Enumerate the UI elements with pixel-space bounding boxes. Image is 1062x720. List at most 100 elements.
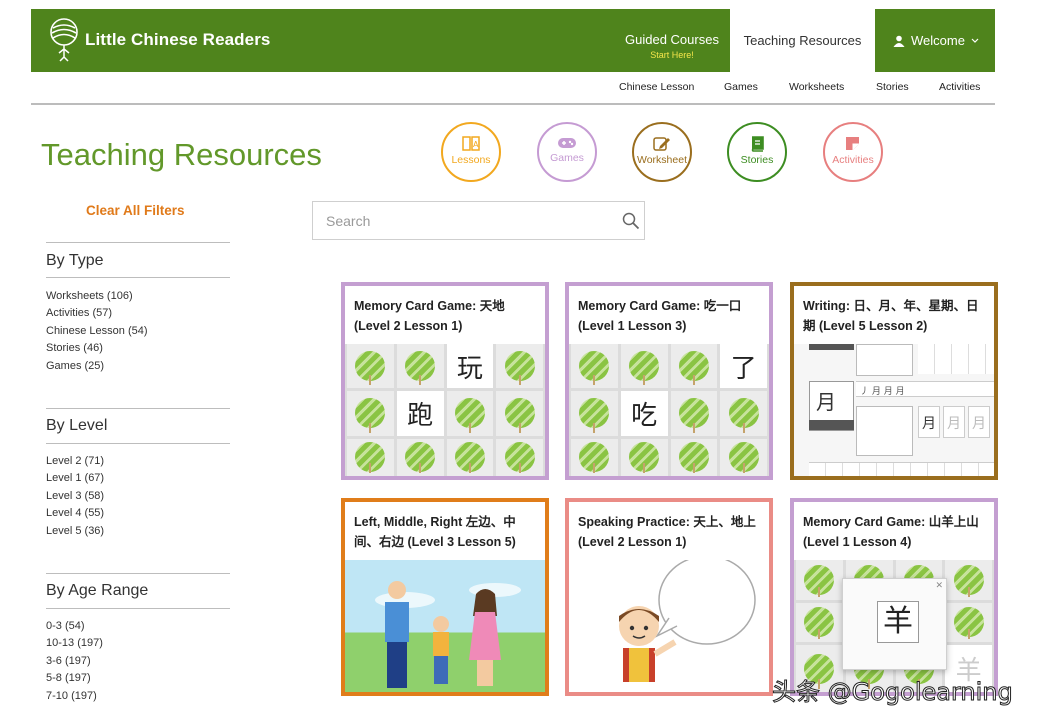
char-card: 月 (918, 406, 940, 438)
tree-card-icon (953, 607, 984, 638)
stories-book-icon (751, 136, 764, 152)
subnav-activities[interactable]: Activities (939, 81, 980, 93)
filter-divider (46, 277, 230, 278)
filter-option-worksheets[interactable]: Worksheets (106) (46, 288, 148, 305)
chevron-down-icon (971, 38, 979, 43)
tree-card-icon (728, 442, 759, 473)
memory-card-preview: 玩 跑 (345, 344, 545, 476)
category-games-label: Games (550, 152, 584, 164)
resource-card[interactable]: Memory Card Game: 山羊上山 (Level 1 Lesson 4… (790, 498, 998, 696)
tree-card-icon (953, 564, 984, 595)
close-icon[interactable]: ✕ (935, 580, 943, 591)
family-illustration-icon (375, 581, 521, 688)
nav-welcome-menu[interactable]: Welcome (877, 9, 995, 72)
resource-card[interactable]: Memory Card Game: 吃一口 (Level 1 Lesson 3)… (565, 282, 773, 480)
nav-guided-sublabel: Start Here! (650, 50, 694, 60)
filter-option-stories[interactable]: Stories (46) (46, 340, 148, 357)
filter-option-level-3[interactable]: Level 3 (58) (46, 488, 104, 505)
tree-card-icon (405, 442, 436, 473)
filter-group-title-level: By Level (46, 417, 108, 434)
tree-card-icon (504, 398, 535, 429)
search-icon[interactable] (622, 212, 640, 230)
tree-card-icon (629, 442, 660, 473)
char-card: 玩 (446, 344, 494, 389)
tree-card-icon (454, 442, 485, 473)
filter-option-games[interactable]: Games (25) (46, 358, 148, 375)
filter-option-level-2[interactable]: Level 2 (71) (46, 453, 104, 470)
filter-divider (46, 408, 230, 409)
filter-group-title-age: By Age Range (46, 582, 149, 599)
tree-card-icon (678, 351, 709, 382)
resource-card-title: Memory Card Game: 山羊上山 (Level 1 Lesson 4… (803, 515, 979, 549)
subnav-stories[interactable]: Stories (876, 81, 909, 93)
brand-logo-link[interactable]: Little Chinese Readers (49, 17, 270, 63)
page: Little Chinese Readers Guided Courses St… (0, 0, 1062, 720)
puzzle-icon (846, 137, 859, 150)
filter-option-level-5[interactable]: Level 5 (36) (46, 523, 104, 540)
tree-card-icon (678, 398, 709, 429)
char-card: 月 (968, 406, 990, 438)
svg-text:A: A (473, 140, 479, 149)
search-box (312, 201, 645, 240)
nav-guided-courses[interactable]: Guided Courses Start Here! (616, 9, 728, 72)
filter-divider (46, 608, 230, 609)
filter-option-activities[interactable]: Activities (57) (46, 305, 148, 322)
filter-option-age-3-6[interactable]: 3-6 (197) (46, 653, 103, 670)
category-activities-button[interactable]: Activities (823, 122, 883, 182)
filter-list-age: 0-3 (54) 10-13 (197) 3-6 (197) 5-8 (197)… (46, 618, 103, 705)
pencil-edit-icon (653, 137, 670, 151)
resource-card[interactable]: Speaking Practice: 天上、地上 (Level 2 Lesson… (565, 498, 773, 696)
watermark-text: 头条 @Gogolearning (772, 678, 1014, 707)
gamepad-icon (558, 138, 576, 148)
filter-option-level-4[interactable]: Level 4 (55) (46, 505, 104, 522)
char-card: 跑 (396, 391, 444, 436)
top-nav-bar: Little Chinese Readers Guided Courses St… (31, 9, 995, 72)
category-games-button[interactable]: Games (537, 122, 597, 182)
tree-card-icon (579, 398, 610, 429)
brand-name: Little Chinese Readers (85, 30, 271, 49)
resource-card[interactable]: Memory Card Game: 天地 (Level 2 Lesson 1) … (341, 282, 549, 480)
book-a-icon: A (462, 136, 480, 151)
nav-guided-label: Guided Courses (625, 32, 719, 47)
category-lessons-button[interactable]: A Lessons (441, 122, 501, 182)
subnav-chinese-lesson[interactable]: Chinese Lesson (619, 81, 694, 93)
filter-option-age-7-10[interactable]: 7-10 (197) (46, 688, 103, 705)
char-card: 月 (943, 406, 965, 438)
filter-divider (46, 443, 230, 444)
category-lessons-label: Lessons (451, 154, 491, 166)
category-worksheet-button[interactable]: Worksheet (632, 122, 692, 182)
memory-card-preview: 了 吃 (569, 344, 769, 476)
clear-all-filters-link[interactable]: Clear All Filters (86, 203, 185, 218)
filter-option-age-0-3[interactable]: 0-3 (54) (46, 618, 103, 635)
tree-card-icon (579, 442, 610, 473)
subnav-worksheets[interactable]: Worksheets (789, 81, 844, 93)
filter-option-age-5-8[interactable]: 5-8 (197) (46, 670, 103, 687)
filter-option-chinese-lesson[interactable]: Chinese Lesson (54) (46, 323, 148, 340)
char-card: 吃 (620, 391, 668, 436)
filter-option-age-10-13[interactable]: 10-13 (197) (46, 635, 103, 652)
page-title: Teaching Resources (41, 137, 322, 172)
tree-card-icon (678, 442, 709, 473)
filter-divider (46, 242, 230, 243)
tree-card-icon (804, 564, 835, 595)
tree-card-icon (454, 398, 485, 429)
category-stories-button[interactable]: Stories (727, 122, 787, 182)
nav-teaching-resources[interactable]: Teaching Resources (730, 9, 875, 72)
resource-card-title: Left, Middle, Right 左边、中间、右边 (Level 3 Le… (354, 515, 516, 549)
tree-card-icon (629, 351, 660, 382)
flipped-card-popup[interactable]: 羊 ✕ (842, 578, 947, 670)
search-input[interactable] (313, 202, 613, 239)
resource-card-title: Writing: 日、月、年、星期、日期 (Level 5 Lesson 2) (803, 299, 979, 333)
category-activities-label: Activities (832, 154, 874, 166)
tree-card-icon (355, 398, 386, 429)
filter-option-level-1[interactable]: Level 1 (67) (46, 470, 104, 487)
writing-worksheet-preview: 月 丿 月 月 月 月 月 月 (794, 344, 994, 476)
resource-card[interactable]: Writing: 日、月、年、星期、日期 (Level 5 Lesson 2) … (790, 282, 998, 480)
filter-list-type: Worksheets (106) Activities (57) Chinese… (46, 288, 148, 375)
tree-card-icon (728, 398, 759, 429)
subnav-games[interactable]: Games (724, 81, 758, 93)
category-worksheet-label: Worksheet (637, 154, 687, 166)
resource-card[interactable]: Left, Middle, Right 左边、中间、右边 (Level 3 Le… (341, 498, 549, 696)
resource-card-title: Memory Card Game: 天地 (Level 2 Lesson 1) (354, 299, 505, 333)
resource-card-title: Memory Card Game: 吃一口 (Level 1 Lesson 3) (578, 299, 742, 333)
